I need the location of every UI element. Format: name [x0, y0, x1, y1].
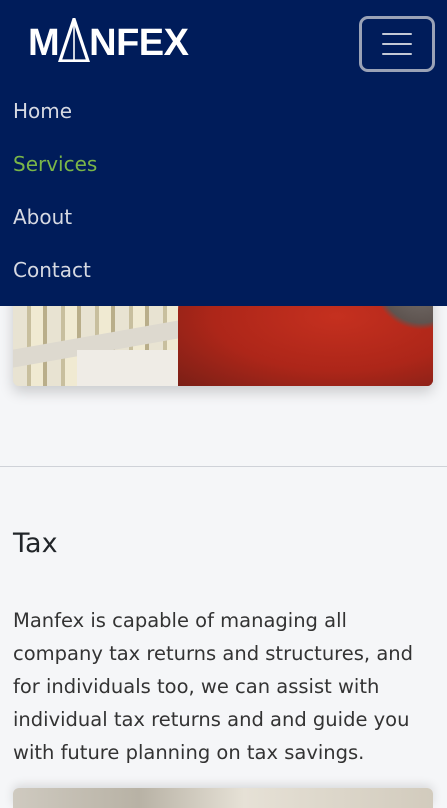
- navbar-toggle-button[interactable]: [359, 16, 435, 72]
- service-image-next: [13, 788, 433, 808]
- nav-item-contact[interactable]: Contact: [13, 244, 97, 297]
- nav-item-services[interactable]: Services: [13, 138, 97, 191]
- navbar: M NFEX Home Services About Contact: [0, 0, 447, 306]
- nav-item-about[interactable]: About: [13, 191, 97, 244]
- section-divider: [0, 466, 447, 467]
- logo-a-triangle-icon: [58, 18, 91, 62]
- nav-menu: Home Services About Contact: [13, 85, 97, 297]
- logo-text: M NFEX: [28, 18, 189, 62]
- section-title: Tax: [13, 528, 58, 559]
- section-body: Manfex is capable of managing all compan…: [13, 609, 414, 764]
- brand-logo[interactable]: M NFEX: [28, 16, 189, 64]
- hamburger-icon: [382, 33, 412, 55]
- nav-item-home[interactable]: Home: [13, 85, 97, 138]
